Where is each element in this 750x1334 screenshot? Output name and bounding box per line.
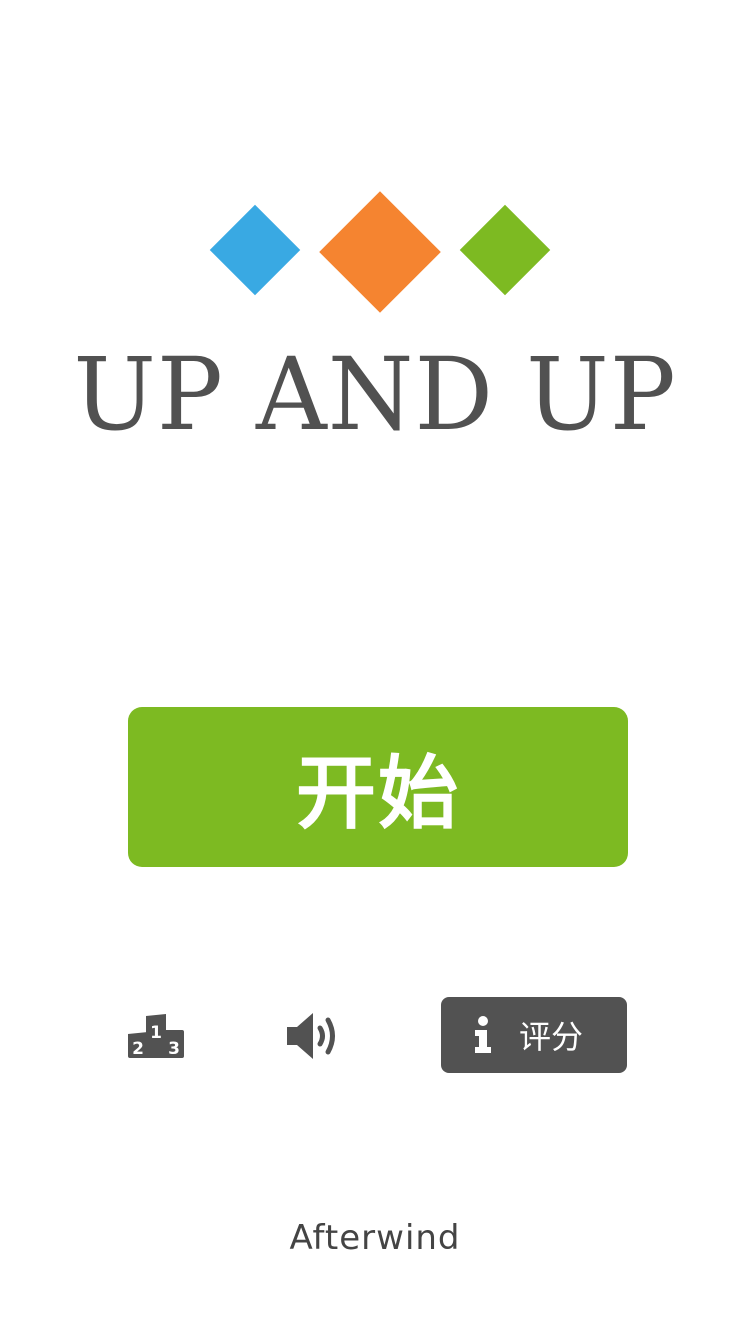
green-diamond-icon <box>459 204 551 296</box>
leaderboard-button[interactable]: 2 1 3 <box>126 1010 186 1062</box>
rate-button-label: 评分 <box>519 1018 584 1056</box>
info-icon <box>475 1016 491 1053</box>
orange-diamond-icon <box>319 191 441 313</box>
game-title: UP AND UP <box>73 336 677 453</box>
rate-button[interactable]: 评分 <box>441 997 627 1073</box>
start-button[interactable]: 开始 <box>128 707 628 867</box>
podium-icon: 2 1 3 <box>128 1014 184 1059</box>
blue-diamond-icon <box>209 204 301 296</box>
podium-digit-3: 3 <box>168 1039 180 1059</box>
developer-credit: Afterwind <box>289 1218 461 1258</box>
speaker-icon <box>287 1013 335 1059</box>
podium-digit-1: 1 <box>150 1023 162 1043</box>
start-button-label: 开始 <box>296 747 460 840</box>
sound-toggle-button[interactable] <box>284 1008 346 1064</box>
podium-digit-2: 2 <box>132 1039 144 1059</box>
